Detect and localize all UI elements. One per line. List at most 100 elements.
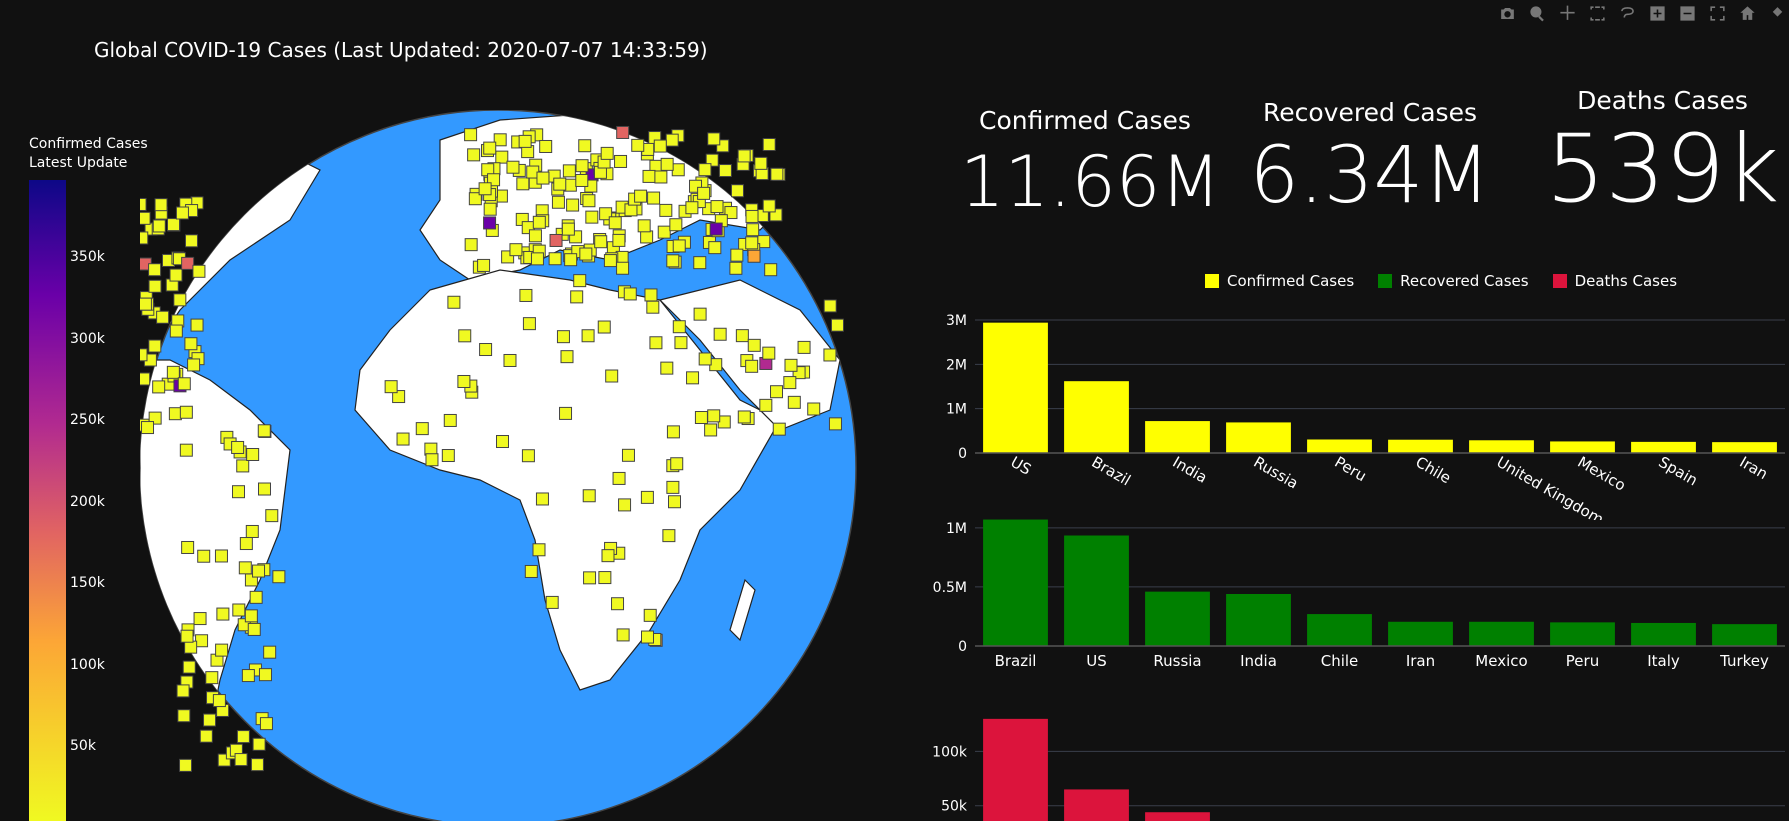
bar[interactable] <box>1550 441 1615 453</box>
case-marker[interactable] <box>578 139 592 153</box>
case-marker[interactable] <box>745 359 759 373</box>
case-marker[interactable] <box>535 492 549 506</box>
case-marker[interactable] <box>415 422 429 436</box>
case-marker[interactable] <box>653 139 667 153</box>
case-marker[interactable] <box>152 219 166 233</box>
case-marker[interactable] <box>659 203 673 217</box>
case-marker[interactable] <box>654 170 668 184</box>
case-marker[interactable] <box>667 495 681 509</box>
case-marker[interactable] <box>179 443 193 457</box>
bar[interactable] <box>1469 621 1534 646</box>
case-marker[interactable] <box>797 340 811 354</box>
case-marker[interactable] <box>693 307 707 321</box>
case-marker[interactable] <box>236 730 250 744</box>
case-marker[interactable] <box>612 471 626 485</box>
case-marker[interactable] <box>551 195 565 209</box>
case-marker[interactable] <box>560 350 574 364</box>
bar[interactable] <box>1550 622 1615 646</box>
case-marker[interactable] <box>231 440 245 454</box>
case-marker[interactable] <box>252 737 266 751</box>
case-marker[interactable] <box>156 310 170 324</box>
case-marker[interactable] <box>603 254 617 268</box>
case-marker[interactable] <box>167 218 181 232</box>
case-marker[interactable] <box>783 376 797 390</box>
case-marker[interactable] <box>483 216 497 230</box>
case-marker[interactable] <box>166 365 180 379</box>
bar[interactable] <box>1064 789 1129 821</box>
lasso-button[interactable] <box>1615 2 1639 24</box>
case-marker[interactable] <box>257 424 271 438</box>
case-marker[interactable] <box>249 590 263 604</box>
case-marker[interactable] <box>643 608 657 622</box>
case-marker[interactable] <box>772 422 786 436</box>
case-marker[interactable] <box>600 146 614 160</box>
case-marker[interactable] <box>566 198 580 212</box>
pan-button[interactable] <box>1555 2 1579 24</box>
case-marker[interactable] <box>647 191 661 205</box>
case-marker[interactable] <box>257 482 271 496</box>
case-marker[interactable] <box>250 758 264 772</box>
case-marker[interactable] <box>197 549 211 563</box>
case-marker[interactable] <box>148 279 162 293</box>
case-marker[interactable] <box>561 222 575 236</box>
bar[interactable] <box>1307 439 1372 453</box>
case-marker[interactable] <box>140 348 148 362</box>
bar[interactable] <box>1388 621 1453 646</box>
plotly-logo-button[interactable] <box>1765 2 1789 24</box>
case-marker[interactable] <box>657 225 671 239</box>
case-marker[interactable] <box>713 327 727 341</box>
case-marker[interactable] <box>616 261 630 275</box>
case-marker[interactable] <box>666 480 680 494</box>
case-marker[interactable] <box>770 385 784 399</box>
bar[interactable] <box>1712 442 1777 453</box>
bar[interactable] <box>1388 439 1453 453</box>
case-marker[interactable] <box>718 164 732 178</box>
bar[interactable] <box>983 519 1048 646</box>
camera-button[interactable] <box>1495 2 1519 24</box>
case-marker[interactable] <box>660 157 674 171</box>
case-marker[interactable] <box>747 249 761 263</box>
case-marker[interactable] <box>238 561 252 575</box>
case-marker[interactable] <box>735 329 749 343</box>
case-marker[interactable] <box>759 398 773 412</box>
case-marker[interactable] <box>545 595 559 609</box>
case-marker[interactable] <box>670 457 684 471</box>
case-marker[interactable] <box>396 432 410 446</box>
case-marker[interactable] <box>614 154 628 168</box>
case-marker[interactable] <box>272 570 286 584</box>
case-marker[interactable] <box>693 256 707 270</box>
case-marker[interactable] <box>549 233 563 247</box>
case-marker[interactable] <box>823 348 837 362</box>
case-marker[interactable] <box>573 274 587 288</box>
bar[interactable] <box>1145 591 1210 646</box>
case-marker[interactable] <box>509 243 523 257</box>
case-marker[interactable] <box>187 358 201 372</box>
case-marker[interactable] <box>704 423 718 437</box>
case-marker[interactable] <box>747 338 761 352</box>
case-marker[interactable] <box>483 202 497 216</box>
case-marker[interactable] <box>516 177 530 191</box>
case-marker[interactable] <box>637 219 651 233</box>
case-marker[interactable] <box>536 171 550 185</box>
case-marker[interactable] <box>447 295 461 309</box>
case-marker[interactable] <box>644 288 658 302</box>
case-marker[interactable] <box>441 449 455 463</box>
case-marker[interactable] <box>642 169 656 183</box>
case-marker[interactable] <box>140 197 147 211</box>
legend-item[interactable]: Deaths Cases <box>1552 272 1677 290</box>
case-marker[interactable] <box>215 643 229 657</box>
bar[interactable] <box>983 322 1048 453</box>
case-marker[interactable] <box>762 138 776 152</box>
case-marker[interactable] <box>244 609 258 623</box>
case-marker[interactable] <box>205 671 219 685</box>
case-marker[interactable] <box>685 201 699 215</box>
case-marker[interactable] <box>618 498 632 512</box>
autoscale-button[interactable] <box>1705 2 1729 24</box>
case-marker[interactable] <box>669 218 683 232</box>
bar[interactable] <box>1145 812 1210 821</box>
case-marker[interactable] <box>640 630 654 644</box>
globe-map[interactable] <box>140 110 860 821</box>
case-marker[interactable] <box>729 261 743 275</box>
case-marker[interactable] <box>478 182 492 196</box>
case-marker[interactable] <box>640 490 654 504</box>
